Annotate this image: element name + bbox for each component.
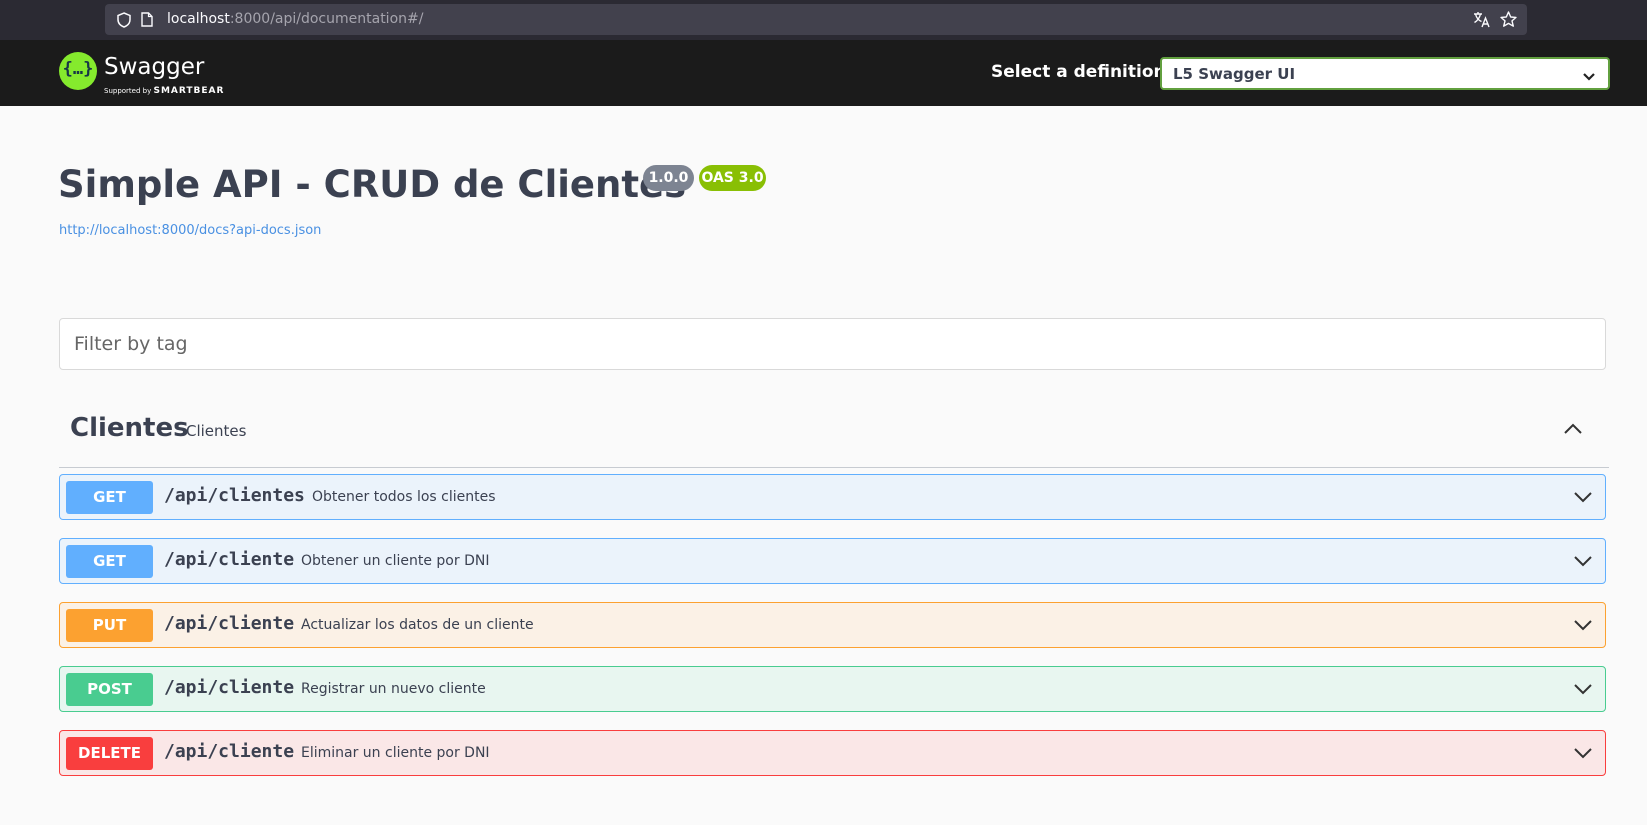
operation-get-clientes[interactable]: GET /api/clientes Obtener todos los clie… [59,474,1606,520]
address-bar[interactable]: localhost:8000/api/documentation#/ [105,4,1527,35]
brand-name: Swagger [104,54,205,80]
url-host: localhost [167,11,230,27]
browser-toolbar: localhost:8000/api/documentation#/ [0,0,1647,40]
definition-select[interactable]: L5 Swagger UI [1160,57,1610,90]
brand-supported-by: Supported by SMARTBEAR [104,86,224,96]
operation-summary: Registrar un nuevo cliente [301,681,486,697]
oas-badge: OAS 3.0 [699,165,766,191]
operation-summary: Obtener todos los clientes [312,489,496,505]
chevron-down-icon[interactable] [1573,680,1593,699]
spec-url-link[interactable]: http://localhost:8000/docs?api-docs.json [59,223,321,238]
chevron-down-icon[interactable] [1573,488,1593,507]
tag-name: Clientes [70,413,189,443]
translate-icon[interactable] [1473,11,1491,32]
url-text[interactable]: localhost:8000/api/documentation#/ [167,11,423,27]
operation-path: /api/cliente [164,741,295,762]
url-path: :8000/api/documentation#/ [229,11,424,27]
definition-selected-value: L5 Swagger UI [1173,65,1296,83]
operation-path: /api/cliente [164,677,295,698]
operation-path: /api/cliente [164,613,295,634]
chevron-down-icon[interactable] [1573,552,1593,571]
chevron-down-icon[interactable] [1573,744,1593,763]
swagger-topbar: {…} Swagger Supported by SMARTBEAR Selec… [0,40,1647,106]
chevron-up-icon[interactable] [1563,420,1583,439]
page-icon [141,12,153,31]
api-title: Simple API - CRUD de Clientes [58,163,687,206]
method-badge: GET [66,481,153,514]
shield-icon[interactable] [117,12,131,32]
operation-summary: Obtener un cliente por DNI [301,553,490,569]
method-badge: PUT [66,609,153,642]
chevron-down-icon[interactable] [1573,616,1593,635]
tag-section-header[interactable]: Clientes Clientes [59,405,1609,468]
method-badge: DELETE [66,737,153,770]
operation-delete-cliente[interactable]: DELETE /api/cliente Eliminar un cliente … [59,730,1606,776]
operation-get-cliente[interactable]: GET /api/cliente Obtener un cliente por … [59,538,1606,584]
operation-put-cliente[interactable]: PUT /api/cliente Actualizar los datos de… [59,602,1606,648]
method-badge: GET [66,545,153,578]
operation-summary: Actualizar los datos de un cliente [301,617,534,633]
operation-summary: Eliminar un cliente por DNI [301,745,490,761]
bookmark-star-icon[interactable] [1500,11,1517,32]
brand-sub-prefix: Supported by [104,87,152,95]
operation-path: /api/clientes [164,485,305,506]
swagger-logo-icon[interactable]: {…} [59,52,97,90]
filter-input[interactable] [72,331,1576,357]
chevron-down-icon [1582,67,1596,86]
tag-description: Clientes [186,422,247,440]
brand-sub-company: SMARTBEAR [153,86,225,96]
operation-post-cliente[interactable]: POST /api/cliente Registrar un nuevo cli… [59,666,1606,712]
definition-label: Select a definition [991,62,1166,82]
filter-box [59,318,1606,370]
version-badge: 1.0.0 [643,165,694,191]
operation-path: /api/cliente [164,549,295,570]
method-badge: POST [66,673,153,706]
